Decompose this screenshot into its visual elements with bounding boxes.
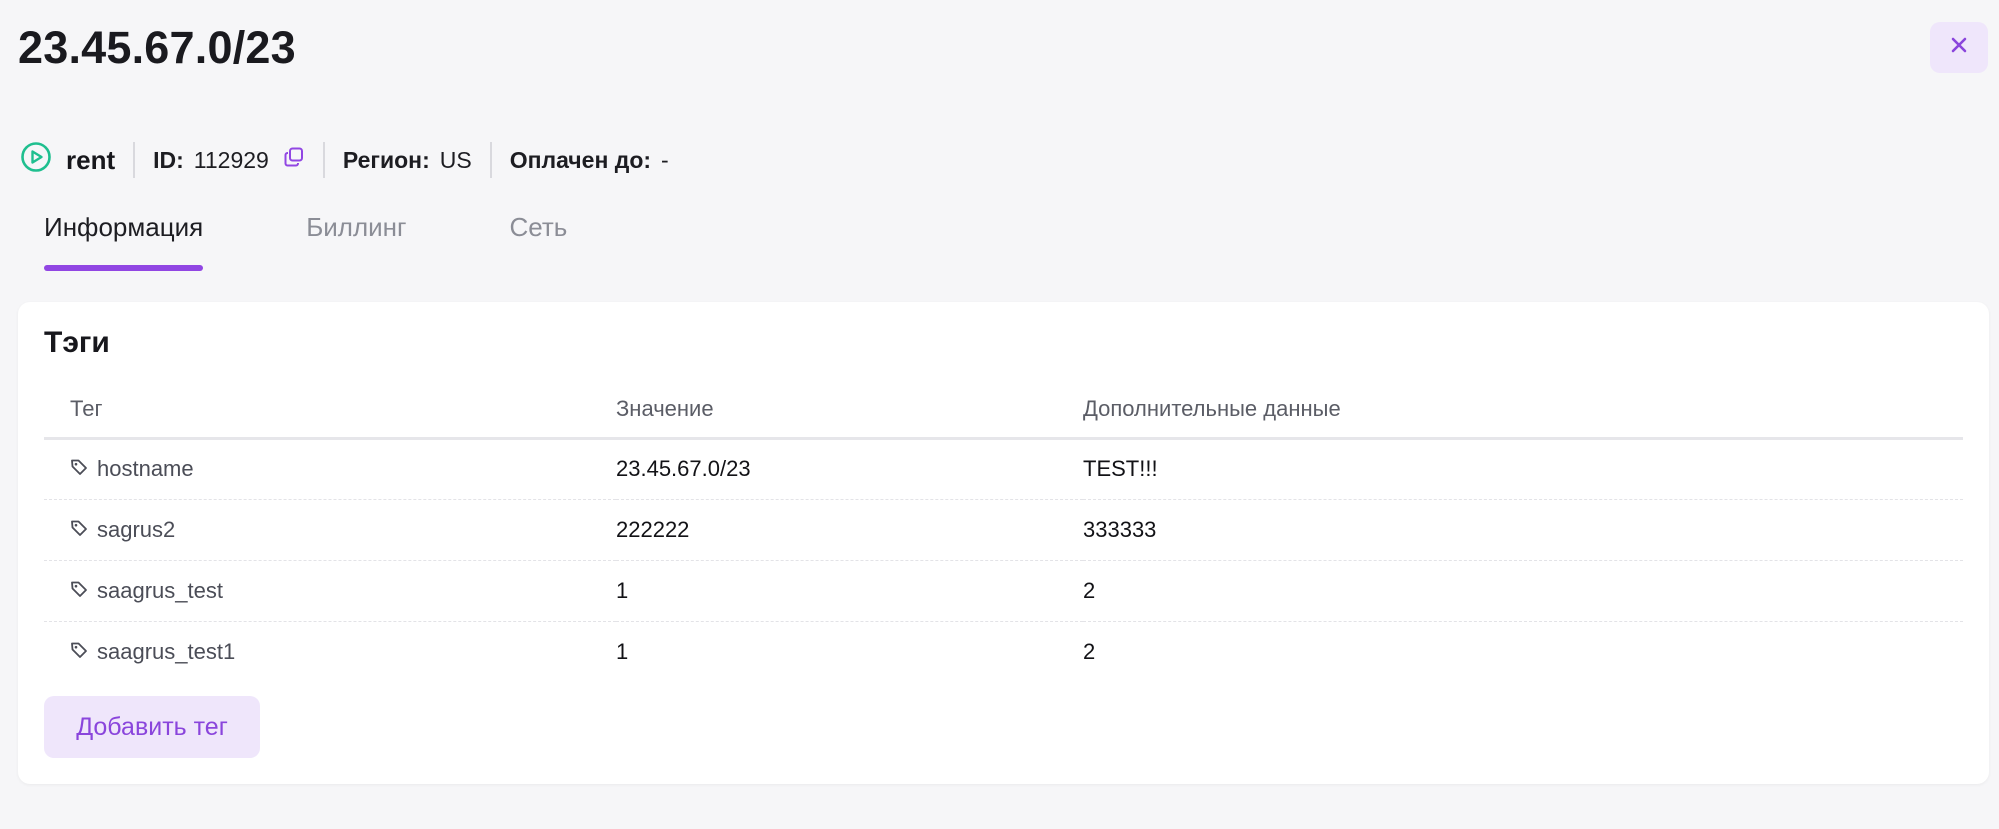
tabs: Информация Биллинг Сеть <box>44 210 567 271</box>
column-header-extra: Дополнительные данные <box>1083 382 1963 440</box>
column-header-value: Значение <box>616 382 1083 440</box>
table-row[interactable]: saagrus_test 1 2 <box>44 560 1963 622</box>
paid-until-key: Оплачен до: <box>509 146 652 173</box>
region-value: US <box>439 146 472 173</box>
table-header-row: Тег Значение Дополнительные данные <box>44 382 1963 440</box>
region-field: Регион: US <box>325 147 490 174</box>
tab-billing[interactable]: Биллинг <box>306 210 406 266</box>
status: rent <box>20 141 133 179</box>
id-field: ID: 112929 <box>135 146 323 174</box>
tag-icon <box>70 578 88 604</box>
table-row[interactable]: sagrus2 222222 333333 <box>44 499 1963 561</box>
tab-network[interactable]: Сеть <box>509 210 567 266</box>
tag-icon <box>70 639 88 665</box>
table-row[interactable]: hostname 23.45.67.0/23 TEST!!! <box>44 438 1963 500</box>
status-label: rent <box>66 144 116 175</box>
value-cell: 222222 <box>616 499 1083 561</box>
tag-icon <box>70 517 88 543</box>
add-tag-button[interactable]: Добавить тег <box>44 696 260 758</box>
id-key: ID: <box>153 146 184 173</box>
region-key: Регион: <box>342 146 430 173</box>
table-row[interactable]: saagrus_test1 1 2 <box>44 621 1963 682</box>
tags-title: Тэги <box>44 326 110 359</box>
tag-cell: saagrus_test <box>44 560 616 622</box>
tags-table: Тег Значение Дополнительные данные hostn… <box>44 382 1963 682</box>
column-header-tag: Тег <box>44 382 616 440</box>
value-cell: 1 <box>616 560 1083 622</box>
id-value: 112929 <box>193 146 269 173</box>
extra-cell: TEST!!! <box>1083 438 1963 500</box>
value-cell: 1 <box>616 638 629 664</box>
tag-name: saagrus_test <box>97 577 223 603</box>
tag-icon <box>70 456 88 482</box>
copy-icon <box>283 146 305 174</box>
extra-cell: 333333 <box>1083 499 1963 561</box>
paid-until-value: - <box>661 146 669 173</box>
page-title: 23.45.67.0/23 <box>18 22 296 73</box>
copy-id-button[interactable] <box>283 146 305 174</box>
tags-card: Тэги Тег Значение Дополнительные данные … <box>18 302 1989 784</box>
extra-cell: 2 <box>1083 560 1963 622</box>
tag-cell: sagrus2 <box>44 499 616 561</box>
tag-cell: hostname <box>44 438 616 500</box>
tag-name: hostname <box>97 456 194 481</box>
play-circle-icon <box>20 141 52 179</box>
tag-cell: saagrus_test1 <box>44 621 616 682</box>
close-icon <box>1950 36 1968 59</box>
extra-cell: 2 <box>1083 638 1096 664</box>
value-cell: 23.45.67.0/23 <box>616 438 1083 500</box>
tag-name: sagrus2 <box>97 516 176 542</box>
meta-row: rent ID: 112929 Регион: US Оплачен до: - <box>20 140 687 180</box>
tab-information[interactable]: Информация <box>44 210 204 271</box>
paid-until-field: Оплачен до: - <box>492 147 687 174</box>
close-button[interactable] <box>1930 22 1988 73</box>
tag-name: saagrus_test1 <box>97 638 236 664</box>
